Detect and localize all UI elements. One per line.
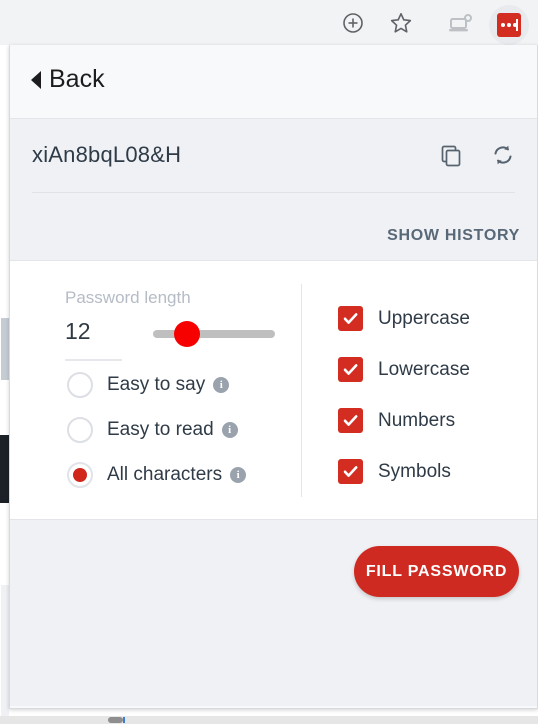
length-and-mode-column: Password length 12 Easy to say i Easy to… — [65, 288, 295, 497]
character-sets-column: Uppercase Lowercase Numbers Symbols — [338, 293, 470, 497]
charset-option-numbers[interactable]: Numbers — [338, 395, 470, 446]
charset-option-symbols[interactable]: Symbols — [338, 446, 470, 497]
page-content-sliver-panel — [1, 585, 9, 724]
browser-toolbar — [0, 0, 538, 45]
charset-label-lowercase: Lowercase — [378, 358, 470, 380]
page-scrollbar-thumb[interactable] — [108, 717, 123, 723]
charset-label-symbols: Symbols — [378, 460, 451, 482]
lastpass-cursor-bar — [516, 19, 518, 31]
password-length-row: 12 — [65, 318, 295, 362]
checkbox-symbols[interactable] — [338, 459, 363, 484]
lastpass-dot-1 — [501, 23, 505, 27]
fill-password-button[interactable]: FILL PASSWORD — [354, 546, 519, 597]
radio-all-characters[interactable] — [67, 461, 93, 488]
omnibox-action-pill — [318, 4, 438, 42]
password-length-underline — [65, 359, 122, 361]
slider-track — [153, 330, 275, 338]
password-length-slider[interactable] — [153, 321, 275, 347]
back-button-label: Back — [49, 65, 105, 93]
popup-footer: FILL PASSWORD — [10, 520, 537, 706]
lastpass-dot-2 — [507, 23, 511, 27]
mode-option-all-characters[interactable]: All characters i — [67, 452, 295, 497]
popup-header: Back — [10, 45, 537, 119]
charset-label-numbers: Numbers — [378, 409, 456, 431]
generated-password-underline — [32, 192, 515, 193]
refresh-icon[interactable] — [491, 143, 515, 167]
zoom-add-icon[interactable] — [339, 9, 367, 37]
checkbox-lowercase[interactable] — [338, 357, 363, 382]
info-icon-easy-to-say[interactable]: i — [213, 376, 230, 393]
copy-icon[interactable] — [439, 143, 463, 167]
bookmark-star-icon[interactable] — [387, 9, 415, 37]
charset-option-lowercase[interactable]: Lowercase — [338, 344, 470, 395]
password-generator-popup: Back xiAn8bqL08&H SHOW HISTORY Password … — [9, 45, 538, 709]
generated-password-actions — [439, 143, 515, 167]
radio-selected-dot — [73, 467, 87, 482]
mode-label-all-characters: All characters — [107, 463, 223, 485]
charset-option-uppercase[interactable]: Uppercase — [338, 293, 470, 344]
charset-label-uppercase: Uppercase — [378, 307, 470, 329]
mode-label-easy-to-say: Easy to say — [107, 373, 206, 395]
lastpass-extension-icon — [497, 13, 521, 37]
radio-easy-to-say[interactable] — [67, 371, 93, 398]
info-icon-all-characters[interactable]: i — [230, 466, 247, 483]
lastpass-extension-button[interactable] — [489, 5, 529, 45]
generated-password-row: xiAn8bqL08&H — [32, 119, 515, 191]
checkbox-uppercase[interactable] — [338, 306, 363, 331]
page-scrollbar-marker — [123, 717, 125, 723]
mode-option-easy-to-read[interactable]: Easy to read i — [67, 407, 295, 452]
info-icon-easy-to-read[interactable]: i — [221, 421, 238, 438]
radio-easy-to-read[interactable] — [67, 416, 93, 443]
password-length-value[interactable]: 12 — [65, 318, 91, 345]
generated-password-section: xiAn8bqL08&H SHOW HISTORY — [10, 119, 537, 329]
generator-options-section: Password length 12 Easy to say i Easy to… — [10, 260, 537, 520]
options-divider — [301, 284, 302, 497]
checkbox-numbers[interactable] — [338, 408, 363, 433]
show-history-link[interactable]: SHOW HISTORY — [387, 227, 520, 245]
cast-device-icon[interactable] — [447, 11, 475, 39]
slider-thumb[interactable] — [174, 321, 201, 347]
back-button[interactable]: Back — [31, 67, 105, 92]
back-arrow-icon — [31, 70, 41, 89]
password-length-label: Password length — [65, 288, 191, 307]
mode-label-easy-to-read: Easy to read — [107, 418, 214, 440]
page-content-sliver-grey — [1, 318, 9, 380]
screen-root: Back xiAn8bqL08&H SHOW HISTORY Password … — [0, 0, 538, 724]
page-content-sliver-dark — [0, 435, 9, 503]
page-horizontal-scrollbar[interactable] — [0, 716, 538, 724]
mode-option-easy-to-say[interactable]: Easy to say i — [67, 362, 295, 407]
generated-password-value[interactable]: xiAn8bqL08&H — [32, 142, 181, 168]
